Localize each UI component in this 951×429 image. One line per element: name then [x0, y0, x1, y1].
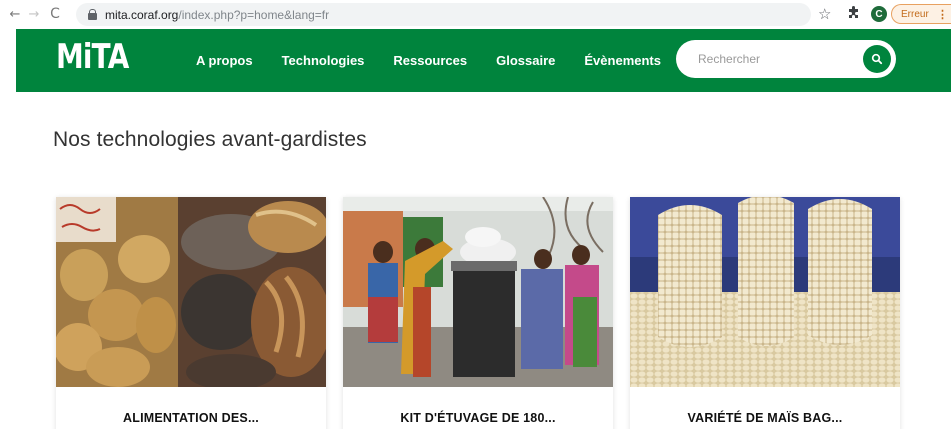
card-image-parboiling-kit — [343, 197, 613, 387]
back-arrow-icon[interactable]: ← — [6, 5, 24, 23]
address-bar[interactable]: mita.coraf.org/index.php?p=home&lang=fr — [76, 3, 811, 26]
nav-link-glossaire[interactable]: Glossaire — [496, 53, 555, 68]
main-nav: A propos Technologies Ressources Glossai… — [196, 29, 690, 92]
search-icon — [871, 53, 883, 65]
more-menu-icon[interactable]: ⋮ — [937, 8, 948, 21]
error-badge[interactable]: Erreur ⋮ — [891, 4, 951, 24]
nav-link-evenements[interactable]: Évènements — [584, 53, 661, 68]
lock-icon — [88, 9, 97, 20]
card-image-maize-cobs — [630, 197, 900, 387]
site-logo[interactable]: MiTA — [56, 37, 129, 77]
reload-icon[interactable]: C — [46, 5, 64, 23]
profile-avatar[interactable]: C — [871, 6, 887, 22]
nav-link-technologies[interactable]: Technologies — [282, 53, 365, 68]
search-button[interactable] — [863, 45, 891, 73]
nav-link-a-propos[interactable]: A propos — [196, 53, 253, 68]
section-title: Nos technologies avant-gardistes — [53, 128, 367, 151]
technology-card[interactable]: KIT D'ÉTUVAGE DE 180... — [343, 197, 613, 429]
card-title[interactable]: ALIMENTATION DES... — [56, 411, 326, 425]
search-input[interactable] — [698, 52, 848, 66]
bookmark-star-icon[interactable]: ☆ — [818, 5, 831, 23]
url-host: mita.coraf.org — [105, 7, 179, 22]
technology-card[interactable]: VARIÉTÉ DE MAÏS BAG... — [630, 197, 900, 429]
extensions-puzzle-icon[interactable] — [847, 6, 861, 20]
search-box — [676, 40, 896, 78]
card-title[interactable]: KIT D'ÉTUVAGE DE 180... — [343, 411, 613, 425]
url-path: /index.php?p=home&lang=fr — [178, 7, 330, 22]
site-header: MiTA A propos Technologies Ressources Gl… — [16, 29, 951, 92]
card-title[interactable]: VARIÉTÉ DE MAÏS BAG... — [630, 411, 900, 425]
nav-link-ressources[interactable]: Ressources — [393, 53, 467, 68]
error-label: Erreur — [901, 8, 929, 20]
technology-card[interactable]: ALIMENTATION DES... — [56, 197, 326, 429]
card-image-snails-tubers — [56, 197, 326, 387]
forward-arrow-icon[interactable]: → — [25, 5, 43, 23]
browser-toolbar: ← → C mita.coraf.org/index.php?p=home&la… — [0, 0, 951, 29]
